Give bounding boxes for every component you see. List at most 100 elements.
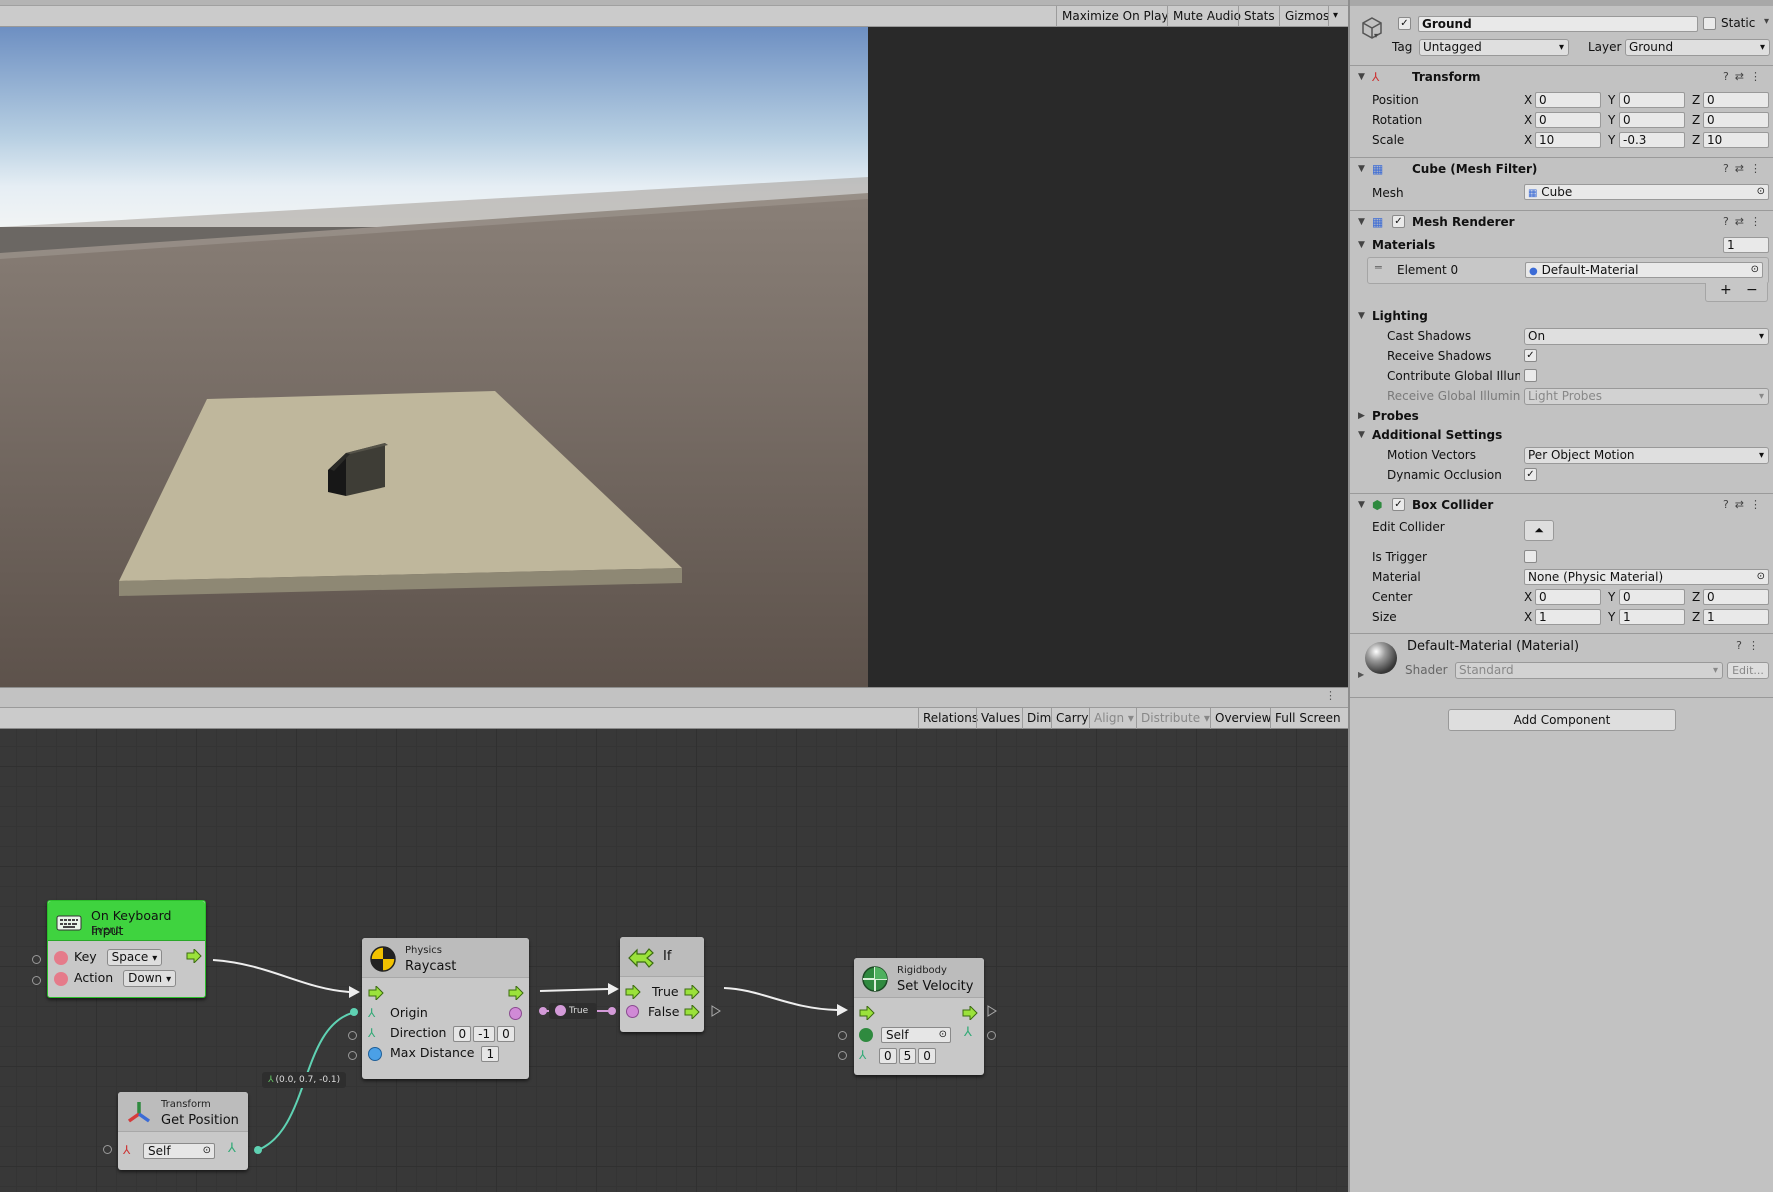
probes-row[interactable]: ▶ Probes — [1350, 407, 1773, 425]
component-header-icons[interactable]: ?⋮ — [1736, 639, 1765, 652]
physics-raycast-node[interactable]: Physics Raycast ⅄ Origin ⅄ Direction 0 -1 0 … — [362, 938, 529, 1079]
add-element-icon[interactable]: + — [1720, 282, 1732, 298]
flow-out-arrow-icon[interactable] — [962, 1006, 978, 1020]
object-name-field[interactable]: Ground — [1418, 16, 1698, 32]
collapse-triangle-icon[interactable]: ▼ — [1358, 66, 1365, 88]
maxdistance-input-port[interactable] — [348, 1051, 357, 1060]
rotation-x-field[interactable]: 0 — [1535, 112, 1601, 128]
add-component-button[interactable]: Add Component — [1448, 709, 1676, 731]
box-collider-header[interactable]: ▼ ⬢ ✓ Box Collider ?⇄⋮ — [1350, 493, 1773, 515]
is-trigger-checkbox[interactable] — [1524, 550, 1537, 563]
relations-button[interactable]: Relations — [918, 708, 982, 729]
edit-collider-button[interactable]: ⏶ — [1524, 520, 1554, 541]
game-viewport[interactable] — [0, 27, 868, 687]
motion-vectors-dropdown[interactable]: Per Object Motion — [1524, 447, 1769, 464]
dynamic-occlusion-checkbox[interactable]: ✓ — [1524, 468, 1537, 481]
mute-audio-button[interactable]: Mute Audio — [1167, 6, 1246, 27]
active-checkbox[interactable]: ✓ — [1398, 17, 1411, 30]
rigidbody-set-velocity-node[interactable]: Rigidbody Set Velocity Self ⊙ ⅄ ⅄ 050 — [854, 958, 984, 1075]
rotation-y-field[interactable]: 0 — [1619, 112, 1685, 128]
object-picker-icon[interactable]: ⊙ — [939, 1028, 947, 1042]
object-picker-icon[interactable]: ⊙ — [203, 1144, 211, 1158]
materials-count-field[interactable]: 1 — [1723, 237, 1769, 253]
scale-y-field[interactable]: -0.3 — [1619, 132, 1685, 148]
direction-input-port[interactable] — [348, 1031, 357, 1040]
drag-handle-icon[interactable]: ═ — [1375, 261, 1382, 274]
collapse-triangle-icon[interactable]: ▼ — [1358, 494, 1365, 516]
lighting-row[interactable]: ▼ Lighting — [1350, 307, 1773, 325]
tag-dropdown[interactable]: Untagged — [1419, 39, 1569, 56]
if-condition-pin[interactable] — [626, 1005, 639, 1018]
scale-z-field[interactable]: 10 — [1703, 132, 1769, 148]
direction-x-field[interactable]: 0 — [453, 1025, 472, 1042]
object-picker-icon[interactable]: ⊙ — [1751, 263, 1759, 277]
collider-material-field[interactable]: None (Physic Material) ⊙ — [1524, 569, 1769, 585]
vector3-output-icon[interactable]: ⅄ — [964, 1025, 972, 1040]
gizmos-dropdown-icon[interactable]: ▾ — [1328, 6, 1342, 27]
getposition-input-port[interactable] — [103, 1145, 112, 1154]
object-picker-icon[interactable]: ⊙ — [1757, 185, 1765, 199]
materials-row[interactable]: ▼ Materials 1 — [1350, 236, 1773, 254]
position-y-field[interactable]: 0 — [1619, 92, 1685, 108]
action-input-port[interactable] — [32, 976, 41, 985]
getposition-self-field[interactable]: Self ⊙ — [142, 1142, 215, 1159]
getposition-node-header[interactable]: Transform Get Position — [118, 1092, 248, 1132]
velocity-x-field[interactable]: 0 — [878, 1047, 897, 1064]
position-z-field[interactable]: 0 — [1703, 92, 1769, 108]
flow-out-arrow-icon[interactable] — [186, 949, 202, 963]
key-dropdown[interactable]: Space — [106, 949, 163, 966]
center-x-field[interactable]: 0 — [1535, 589, 1601, 605]
center-z-field[interactable]: 0 — [1703, 589, 1769, 605]
icon-dropdown-icon[interactable]: ▾ — [1374, 31, 1378, 40]
on-keyboard-input-node[interactable]: On Keyboard Input Event Key Space Action… — [47, 900, 206, 998]
panel-splitter[interactable]: ⋮ — [0, 687, 1348, 707]
collapse-triangle-icon[interactable]: ▼ — [1358, 158, 1365, 180]
layer-dropdown[interactable]: Ground — [1625, 39, 1770, 56]
mesh-renderer-header[interactable]: ▼ ▦ ✓ Mesh Renderer ?⇄⋮ — [1350, 210, 1773, 232]
component-header-icons[interactable]: ?⇄⋮ — [1723, 494, 1767, 516]
mesh-object-field[interactable]: ▦ Cube ⊙ — [1524, 184, 1769, 200]
mesh-filter-header[interactable]: ▼ ▦ Cube (Mesh Filter) ?⇄⋮ — [1350, 157, 1773, 179]
center-y-field[interactable]: 0 — [1619, 589, 1685, 605]
distribute-dropdown[interactable]: Distribute ▾ — [1136, 708, 1214, 729]
expand-triangle-icon[interactable]: ▶ — [1358, 670, 1364, 679]
collapse-triangle-icon[interactable]: ▼ — [1358, 236, 1365, 254]
transform-get-position-node[interactable]: Transform Get Position ⅄ Self ⊙ ⅄ — [118, 1092, 248, 1170]
raycast-node-header[interactable]: Physics Raycast — [362, 938, 529, 978]
object-picker-icon[interactable]: ⊙ — [1757, 570, 1765, 584]
setvelocity-node-header[interactable]: Rigidbody Set Velocity — [854, 958, 984, 998]
if-node-header[interactable]: If — [620, 937, 704, 977]
collapse-triangle-icon[interactable]: ▼ — [1358, 307, 1365, 325]
box-collider-enabled-checkbox[interactable]: ✓ — [1392, 498, 1405, 511]
velocity-input-port[interactable] — [838, 1051, 847, 1060]
flow-out-arrow-icon[interactable] — [508, 986, 524, 1000]
collapse-triangle-icon[interactable]: ▼ — [1358, 211, 1365, 233]
flow-out-false-arrow-icon[interactable] — [684, 1005, 700, 1019]
overview-button[interactable]: Overview — [1210, 708, 1276, 729]
raycast-bool-output-pin[interactable] — [509, 1007, 522, 1020]
cast-shadows-dropdown[interactable]: On — [1524, 328, 1769, 345]
full-screen-button[interactable]: Full Screen — [1270, 708, 1345, 729]
key-input-port[interactable] — [32, 955, 41, 964]
remove-element-icon[interactable]: − — [1746, 282, 1758, 298]
component-header-icons[interactable]: ?⇄⋮ — [1723, 66, 1767, 88]
vector3-output-icon[interactable]: ⅄ — [228, 1141, 236, 1156]
receive-shadows-checkbox[interactable]: ✓ — [1524, 349, 1537, 362]
maximize-on-play-button[interactable]: Maximize On Play — [1056, 6, 1174, 27]
additional-settings-row[interactable]: ▼ Additional Settings — [1350, 426, 1773, 444]
panel-menu-icon[interactable]: ⋮ — [1325, 689, 1336, 702]
self-input-port[interactable] — [838, 1031, 847, 1040]
max-distance-field[interactable]: 1 — [481, 1045, 500, 1062]
flow-in-arrow-icon[interactable] — [859, 1006, 875, 1020]
graph-canvas[interactable]: True ⅄ (0.0, 0.7, -0.1) On Keyboard Input… — [0, 729, 1348, 1192]
size-z-field[interactable]: 1 — [1703, 609, 1769, 625]
size-y-field[interactable]: 1 — [1619, 609, 1685, 625]
static-dropdown-icon[interactable]: ▾ — [1764, 16, 1769, 27]
action-dropdown[interactable]: Down — [123, 970, 177, 987]
collapse-triangle-icon[interactable]: ▼ — [1358, 426, 1365, 444]
keyboard-node-header[interactable]: On Keyboard Input Event — [48, 901, 205, 941]
values-button[interactable]: Values — [976, 708, 1024, 729]
static-checkbox[interactable] — [1703, 17, 1716, 30]
align-dropdown[interactable]: Align ▾ — [1089, 708, 1138, 729]
flow-out-true-arrow-icon[interactable] — [684, 985, 700, 999]
